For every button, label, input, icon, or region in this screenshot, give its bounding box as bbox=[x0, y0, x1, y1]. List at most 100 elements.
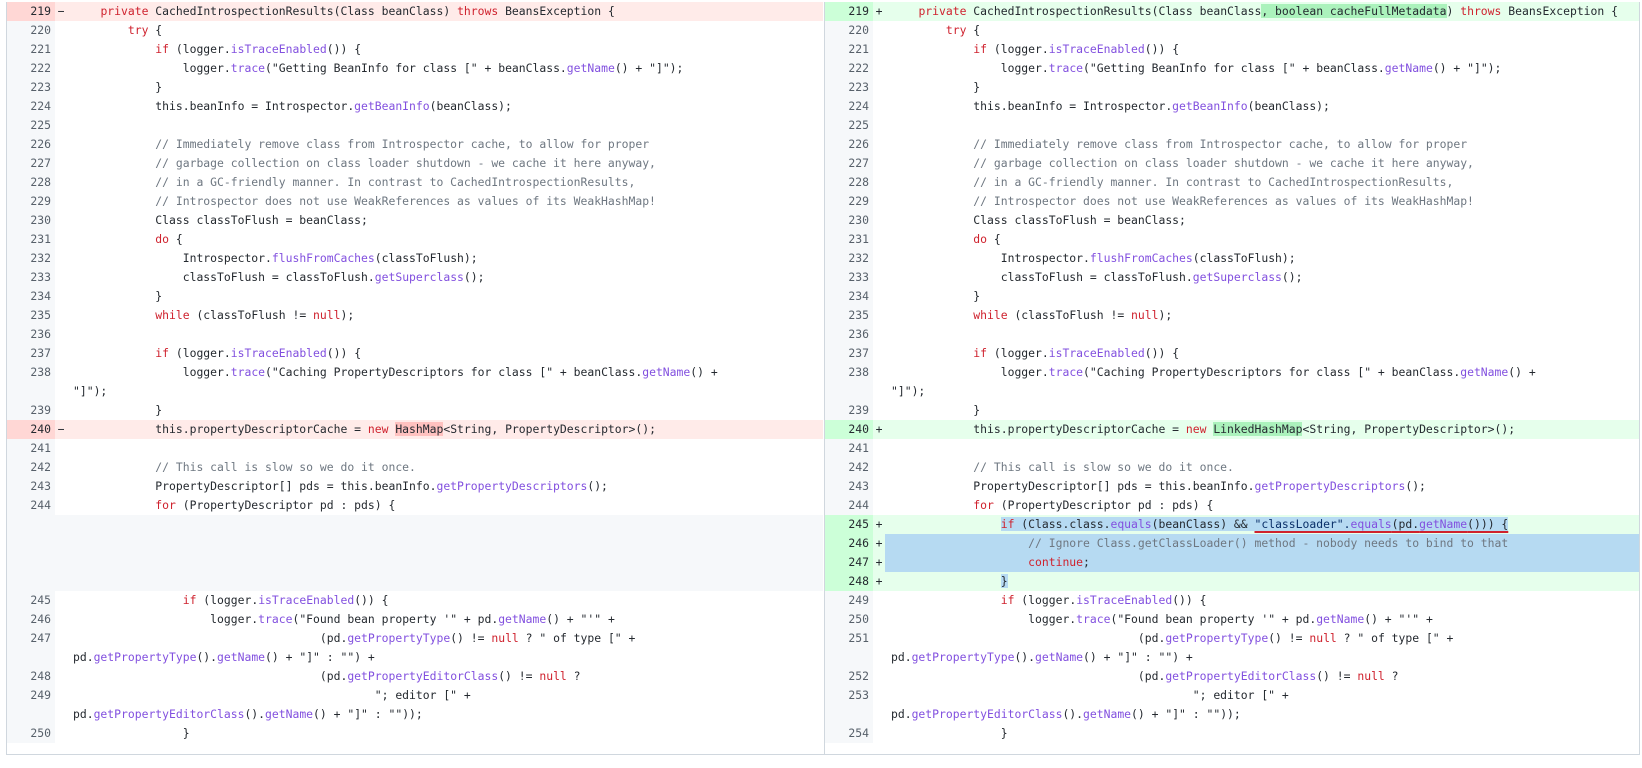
right-line-number[interactable]: 238 bbox=[825, 363, 873, 401]
code-token: ? bbox=[1384, 669, 1399, 683]
left-line-number[interactable]: 244 bbox=[7, 496, 55, 515]
left-line-number[interactable]: 226 bbox=[7, 135, 55, 154]
left-line-number[interactable]: 241 bbox=[7, 439, 55, 458]
left-line-number[interactable]: 236 bbox=[7, 325, 55, 344]
left-code-text: while (classToFlush != null); bbox=[67, 306, 823, 325]
right-line-number[interactable]: 248 bbox=[825, 572, 873, 591]
code-token: getName bbox=[1035, 650, 1084, 664]
right-line-number[interactable]: 245 bbox=[825, 515, 873, 534]
left-line-number[interactable]: 238 bbox=[7, 363, 55, 401]
left-diff-line bbox=[7, 515, 823, 591]
left-line-number[interactable]: 243 bbox=[7, 477, 55, 496]
right-line-number[interactable]: 230 bbox=[825, 211, 873, 230]
left-line-number[interactable]: 219 bbox=[7, 2, 55, 21]
left-line-number[interactable]: 237 bbox=[7, 344, 55, 363]
right-line-number[interactable]: 224 bbox=[825, 97, 873, 116]
right-line-number[interactable]: 241 bbox=[825, 439, 873, 458]
left-line-number[interactable]: 231 bbox=[7, 230, 55, 249]
left-line-number[interactable]: 235 bbox=[7, 306, 55, 325]
right-line-number[interactable]: 239 bbox=[825, 401, 873, 420]
code-token: () + "]" : "") + bbox=[1083, 650, 1193, 664]
right-diff-line: 229 // Introspector does not use WeakRef… bbox=[825, 192, 1639, 211]
code-token: getPropertyType bbox=[911, 650, 1015, 664]
code-token: isTraceEnabled bbox=[230, 42, 327, 56]
right-line-number[interactable]: 246 bbox=[825, 534, 873, 553]
right-line-number[interactable]: 254 bbox=[825, 724, 873, 743]
right-diff-line: 224 this.beanInfo = Introspector.getBean… bbox=[825, 97, 1639, 116]
right-line-number[interactable]: 240 bbox=[825, 420, 873, 439]
left-line-number[interactable]: 234 bbox=[7, 287, 55, 306]
right-line-number[interactable]: 252 bbox=[825, 667, 873, 686]
code-token: // Ignore Class.getClassLoader() method … bbox=[1028, 536, 1509, 550]
right-line-number[interactable]: 237 bbox=[825, 344, 873, 363]
left-line-number[interactable]: 222 bbox=[7, 59, 55, 78]
left-line-number[interactable]: 246 bbox=[7, 610, 55, 629]
left-code-text: try { bbox=[67, 21, 823, 40]
left-line-number[interactable]: 248 bbox=[7, 667, 55, 686]
right-line-number[interactable]: 251 bbox=[825, 629, 873, 667]
left-line-number[interactable]: 242 bbox=[7, 458, 55, 477]
right-line-number[interactable]: 231 bbox=[825, 230, 873, 249]
right-line-number[interactable]: 250 bbox=[825, 610, 873, 629]
code-token: // in a GC-friendly manner. In contrast … bbox=[973, 175, 1454, 189]
right-line-number[interactable]: 227 bbox=[825, 154, 873, 173]
right-code-text bbox=[885, 325, 1639, 344]
right-code-text bbox=[885, 116, 1639, 135]
left-line-number[interactable]: 239 bbox=[7, 401, 55, 420]
code-token: (); bbox=[1281, 270, 1303, 284]
right-code-text: } bbox=[885, 287, 1639, 306]
left-line-number[interactable]: 233 bbox=[7, 268, 55, 287]
left-line-number[interactable]: 224 bbox=[7, 97, 55, 116]
right-code-text: if (logger.isTraceEnabled()) { bbox=[885, 591, 1639, 610]
left-line-number[interactable]: 230 bbox=[7, 211, 55, 230]
left-line-number[interactable]: 225 bbox=[7, 116, 55, 135]
right-line-number[interactable]: 232 bbox=[825, 249, 873, 268]
left-line-number[interactable]: 247 bbox=[7, 629, 55, 667]
left-line-number[interactable]: 221 bbox=[7, 40, 55, 59]
code-token: if bbox=[1000, 517, 1015, 531]
right-line-number[interactable]: 229 bbox=[825, 192, 873, 211]
right-line-number[interactable]: 225 bbox=[825, 116, 873, 135]
left-line-number[interactable]: 228 bbox=[7, 173, 55, 192]
right-line-number[interactable]: 235 bbox=[825, 306, 873, 325]
right-line-number[interactable]: 234 bbox=[825, 287, 873, 306]
right-line-number[interactable]: 242 bbox=[825, 458, 873, 477]
right-line-number[interactable]: 236 bbox=[825, 325, 873, 344]
right-line-number[interactable]: 226 bbox=[825, 135, 873, 154]
left-line-number[interactable]: 245 bbox=[7, 591, 55, 610]
right-line-number[interactable]: 233 bbox=[825, 268, 873, 287]
left-diff-line: 242 // This call is slow so we do it onc… bbox=[7, 458, 823, 477]
code-token: (logger. bbox=[987, 42, 1049, 56]
right-line-number[interactable]: 253 bbox=[825, 686, 873, 724]
right-line-number[interactable]: 221 bbox=[825, 40, 873, 59]
right-diff-line: 238 logger.trace("Caching PropertyDescri… bbox=[825, 363, 1639, 401]
right-line-number[interactable]: 247 bbox=[825, 553, 873, 572]
code-token: ("Found bean property '" + pd. bbox=[292, 612, 499, 626]
left-line-number[interactable]: 220 bbox=[7, 21, 55, 40]
left-line-number[interactable] bbox=[7, 515, 55, 591]
left-line-number[interactable]: 232 bbox=[7, 249, 55, 268]
left-line-number[interactable]: 223 bbox=[7, 78, 55, 97]
right-line-number[interactable]: 228 bbox=[825, 173, 873, 192]
right-line-number[interactable]: 222 bbox=[825, 59, 873, 78]
code-token: do bbox=[155, 232, 170, 246]
left-line-number[interactable]: 249 bbox=[7, 686, 55, 724]
right-line-number[interactable]: 219 bbox=[825, 2, 873, 21]
code-token: null bbox=[1131, 308, 1159, 322]
right-code-text: if (logger.isTraceEnabled()) { bbox=[885, 40, 1639, 59]
left-change-marker bbox=[55, 629, 67, 667]
right-line-number[interactable]: 244 bbox=[825, 496, 873, 515]
left-code-text: // Immediately remove class from Introsp… bbox=[67, 135, 823, 154]
left-line-number[interactable]: 250 bbox=[7, 724, 55, 743]
code-token: PropertyDescriptor[] pds = this.beanInfo… bbox=[73, 479, 437, 493]
right-code-text: // Introspector does not use WeakReferen… bbox=[885, 192, 1639, 211]
left-line-number[interactable]: 229 bbox=[7, 192, 55, 211]
code-token: throws bbox=[457, 4, 499, 18]
right-line-number[interactable]: 243 bbox=[825, 477, 873, 496]
left-line-number[interactable]: 240 bbox=[7, 420, 55, 439]
right-line-number[interactable]: 220 bbox=[825, 21, 873, 40]
right-line-number[interactable]: 249 bbox=[825, 591, 873, 610]
right-line-number[interactable]: 223 bbox=[825, 78, 873, 97]
left-line-number[interactable]: 227 bbox=[7, 154, 55, 173]
